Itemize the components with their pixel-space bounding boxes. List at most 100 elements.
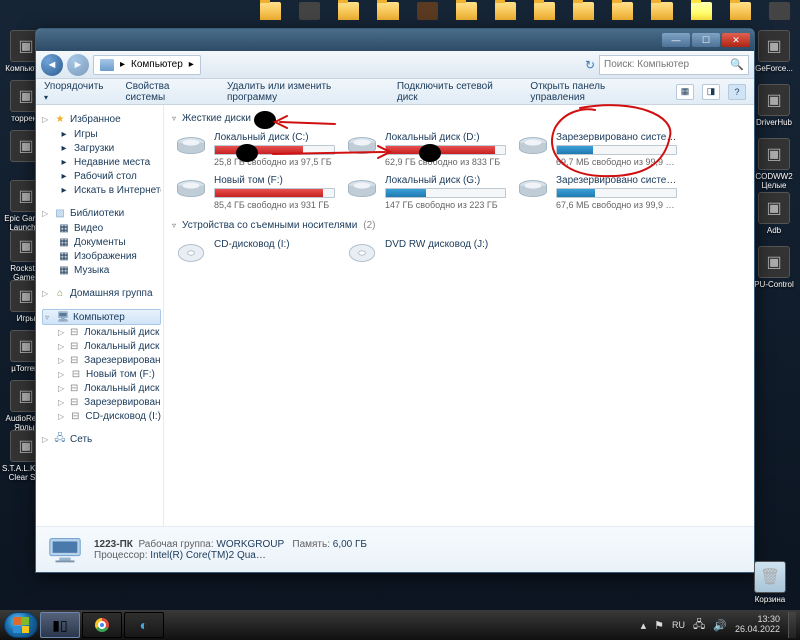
system-tray[interactable]: ▴ ⚑ RU 🖧 🔊 13:30 26.04.2022 xyxy=(641,612,796,638)
nav-network[interactable]: ▷🖧Сеть xyxy=(42,431,161,447)
taskbar[interactable]: ▮▯ ◐ ▴ ⚑ RU 🖧 🔊 13:30 26.04.2022 xyxy=(0,610,800,640)
drive-subtitle: 85,4 ГБ свободно из 931 ГБ xyxy=(214,200,335,210)
nav-drive-item[interactable]: ▷⊟Зарезервировано системой xyxy=(42,353,161,367)
breadcrumb-label: Компьютер xyxy=(131,59,183,70)
memory-value: 6,00 ГБ xyxy=(333,539,367,550)
address-bar: ◄ ► ▸ Компьютер ▸ ↻ 🔍 xyxy=(36,51,754,79)
nav-item[interactable]: ▸Игры xyxy=(42,127,161,141)
desktop-icon[interactable]: ▣DriverHub xyxy=(750,84,798,127)
computer-name: 1223-ПК xyxy=(94,539,133,550)
drive-usage-bar xyxy=(556,188,677,198)
drive-icon xyxy=(516,132,550,160)
drive-subtitle: 62,9 ГБ свободно из 833 ГБ xyxy=(385,157,506,167)
nav-item[interactable]: ▸Искать в Интернете xyxy=(42,183,161,197)
nav-item[interactable]: ▸Загрузки xyxy=(42,141,161,155)
refresh-icon[interactable]: ↻ xyxy=(585,58,595,72)
nav-pane[interactable]: ▷★Избранное ▸Игры▸Загрузки▸Недавние мест… xyxy=(36,105,164,526)
clock[interactable]: 13:30 26.04.2022 xyxy=(735,615,780,635)
desktop-icon[interactable]: ▣GeForce... xyxy=(750,30,798,73)
removable-item[interactable]: CD-дисковод (I:) xyxy=(172,237,337,269)
task-app[interactable]: ◐ xyxy=(124,612,164,638)
drive-usage-bar xyxy=(385,145,506,155)
workgroup-value: WORKGROUP xyxy=(216,539,284,550)
nav-homegroup[interactable]: ▷⌂Домашняя группа xyxy=(42,285,161,301)
search-input[interactable] xyxy=(604,59,726,70)
disc-icon xyxy=(345,239,379,267)
drive-icon xyxy=(345,132,379,160)
map-drive-button[interactable]: Подключить сетевой диск xyxy=(397,81,512,103)
titlebar[interactable]: — ☐ ✕ xyxy=(36,29,754,51)
drive-subtitle: 69,7 МБ свободно из 99,9 МБ xyxy=(556,157,677,167)
drive-title: Зарезервировано системой (E:) xyxy=(556,132,677,143)
tray-network-icon[interactable]: 🖧 xyxy=(693,616,705,635)
recycle-bin[interactable]: 🗑 Корзина xyxy=(746,561,794,604)
help-button[interactable]: ? xyxy=(728,84,746,100)
task-explorer[interactable]: ▮▯ xyxy=(40,612,80,638)
nav-drive-item[interactable]: ▷⊟Локальный диск (D:) xyxy=(42,339,161,353)
system-properties-button[interactable]: Свойства системы xyxy=(126,81,209,103)
desktop-icon[interactable]: ▣Adb xyxy=(750,192,798,235)
show-desktop-button[interactable] xyxy=(788,612,796,638)
search-box[interactable]: 🔍 xyxy=(599,55,749,75)
drive-item[interactable]: Зарезервировано системой (E:) 69,7 МБ сво… xyxy=(514,130,679,169)
control-panel-button[interactable]: Открыть панель управления xyxy=(530,81,658,103)
view-mode-button[interactable]: ▦ xyxy=(676,84,694,100)
drive-usage-bar xyxy=(556,145,677,155)
uninstall-button[interactable]: Удалить или изменить программу xyxy=(227,81,379,103)
drive-subtitle: 147 ГБ свободно из 223 ГБ xyxy=(385,200,506,210)
disc-icon xyxy=(174,239,208,267)
nav-computer[interactable]: ▿🖥Компьютер xyxy=(42,309,161,325)
drive-item[interactable]: Локальный диск (G:) 147 ГБ свободно из 22… xyxy=(343,173,508,212)
drive-title: Локальный диск (D:) xyxy=(385,132,506,143)
drive-title: CD-дисковод (I:) xyxy=(214,239,335,250)
preview-pane-button[interactable]: ◨ xyxy=(702,84,720,100)
drive-title: Локальный диск (G:) xyxy=(385,175,506,186)
drive-item[interactable]: Локальный диск (C:)25,8 ГБ свободно из 9… xyxy=(172,130,337,169)
drive-item[interactable]: Новый том (F:)85,4 ГБ свободно из 931 ГБ xyxy=(172,173,337,212)
drive-item[interactable]: Зарезервировано системой (H:) 67,6 МБ сво… xyxy=(514,173,679,212)
back-button[interactable]: ◄ xyxy=(41,54,63,76)
nav-item[interactable]: ▦Документы xyxy=(42,235,161,249)
desktop-icon[interactable]: ▣CODWW2 Целые xyxy=(750,138,798,190)
nav-drive-item[interactable]: ▷⊟Зарезервировано системой xyxy=(42,395,161,409)
section-removable[interactable]: ▿ Устройства со съемными носителями (2) xyxy=(172,220,746,231)
nav-drive-item[interactable]: ▷⊟Локальный диск (G:) xyxy=(42,381,161,395)
task-chrome[interactable] xyxy=(82,612,122,638)
drive-item[interactable]: Локальный диск (D:) 62,9 ГБ свободно из 8… xyxy=(343,130,508,169)
nav-item[interactable]: ▸Рабочий стол xyxy=(42,169,161,183)
drive-subtitle: 25,8 ГБ свободно из 97,5 ГБ xyxy=(214,157,335,167)
maximize-button[interactable]: ☐ xyxy=(692,33,720,47)
tray-volume-icon[interactable]: 🔊 xyxy=(713,619,727,632)
content-pane[interactable]: ▿ Жесткие диски (6) Локальный диск (C:)2… xyxy=(164,105,754,526)
nav-drive-item[interactable]: ▷⊟Локальный диск (C:) xyxy=(42,325,161,339)
drive-title: Зарезервировано системой (H:) xyxy=(556,175,677,186)
desktop[interactable]: ▣Компьютер▣торрент▣▣Epic Games Launcher▣… xyxy=(0,0,800,640)
tray-flag-icon[interactable]: ⚑ xyxy=(654,619,664,632)
tray-up-icon[interactable]: ▴ xyxy=(641,619,647,632)
command-bar: Упорядочить Свойства системы Удалить или… xyxy=(36,79,754,105)
nav-item[interactable]: ▦Изображения xyxy=(42,249,161,263)
drive-usage-bar xyxy=(214,145,335,155)
organize-menu[interactable]: Упорядочить xyxy=(44,81,108,103)
forward-button[interactable]: ► xyxy=(67,54,89,76)
breadcrumb[interactable]: ▸ Компьютер ▸ xyxy=(93,55,201,75)
tray-language[interactable]: RU xyxy=(672,620,685,630)
nav-favorites[interactable]: ▷★Избранное xyxy=(42,111,161,127)
nav-item[interactable]: ▦Музыка xyxy=(42,263,161,277)
nav-drive-item[interactable]: ▷⊟Новый том (F:) xyxy=(42,367,161,381)
minimize-button[interactable]: — xyxy=(662,33,690,47)
nav-item[interactable]: ▸Недавние места xyxy=(42,155,161,169)
drive-subtitle: 67,6 МБ свободно из 99,9 МБ xyxy=(556,200,677,210)
drive-icon xyxy=(345,175,379,203)
desktop-icon[interactable]: ▣PU-Control xyxy=(750,246,798,289)
removable-item[interactable]: DVD RW дисковод (J:) xyxy=(343,237,508,269)
close-button[interactable]: ✕ xyxy=(722,33,750,47)
desktop-folder-row xyxy=(260,2,790,28)
nav-drive-item[interactable]: ▷⊟CD-дисковод (I:) xyxy=(42,409,161,423)
explorer-window: — ☐ ✕ ◄ ► ▸ Компьютер ▸ ↻ 🔍 Упорядочить … xyxy=(35,28,755,573)
drive-title: DVD RW дисковод (J:) xyxy=(385,239,506,250)
start-button[interactable] xyxy=(4,612,38,638)
nav-libraries[interactable]: ▷▧Библиотеки xyxy=(42,205,161,221)
nav-item[interactable]: ▦Видео xyxy=(42,221,161,235)
section-hdd[interactable]: ▿ Жесткие диски (6) xyxy=(172,113,746,124)
